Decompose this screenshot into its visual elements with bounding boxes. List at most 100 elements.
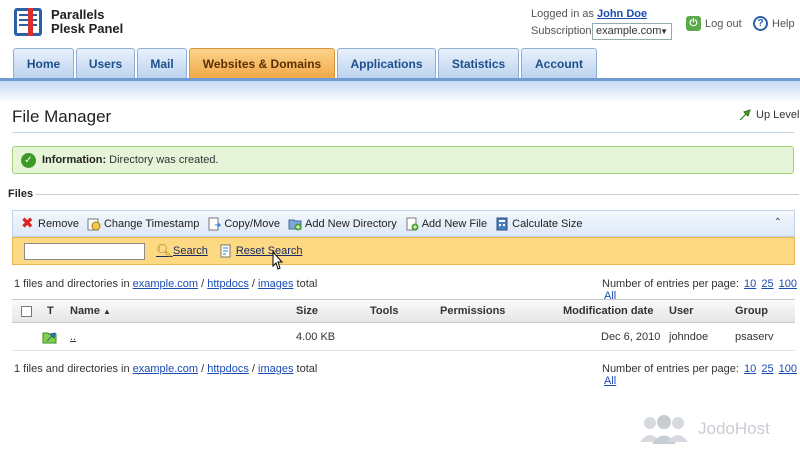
calculate-size-button[interactable]: Calculate Size [495, 217, 582, 231]
logged-in-label: Logged in as [531, 8, 594, 20]
per-page-25[interactable]: 25 [761, 363, 773, 375]
per-page-25[interactable]: 25 [761, 278, 773, 290]
path-link-httpdocs[interactable]: httpdocs [207, 363, 249, 375]
brand-line1: Parallels [51, 7, 105, 22]
col-permissions[interactable]: Permissions [440, 305, 505, 317]
tab-mail[interactable]: Mail [137, 48, 187, 78]
col-user[interactable]: User [669, 305, 693, 317]
watermark: JodoHost [638, 414, 770, 444]
search-bar: 🔍︎ Search Reset Search [12, 237, 795, 265]
folder-up-icon [42, 332, 57, 344]
per-page-100[interactable]: 100 [779, 363, 797, 375]
per-page-all[interactable]: All [604, 375, 616, 387]
path-link-example-com[interactable]: example.com [133, 363, 198, 375]
add-file-button[interactable]: Add New File [405, 217, 487, 231]
col-type: T [47, 305, 54, 317]
path-sep: / [251, 363, 255, 375]
change-timestamp-button[interactable]: Change Timestamp [87, 217, 199, 231]
remove-label: Remove [38, 217, 79, 230]
logout-button[interactable]: ⏻ Log out [686, 16, 742, 31]
watermark-text: JodoHost [698, 419, 770, 438]
per-page-10[interactable]: 10 [744, 278, 756, 290]
chevron-down-icon: ▼ [660, 27, 668, 36]
path-summary-top: 1 files and directories in example.com /… [14, 278, 317, 290]
per-page-label: Number of entries per page: [602, 363, 739, 375]
search-input[interactable] [24, 242, 145, 260]
tab-statistics[interactable]: Statistics [438, 48, 519, 78]
reset-search-button[interactable]: Reset Search [219, 244, 303, 258]
up-level-button[interactable]: Up Level [737, 108, 799, 122]
brand-name: Parallels Plesk Panel [51, 8, 123, 36]
calculator-icon [496, 217, 508, 230]
tab-statistics-label: Statistics [451, 56, 506, 71]
help-icon: ? [753, 16, 768, 31]
col-group[interactable]: Group [735, 305, 768, 317]
tab-home-label: Home [26, 56, 61, 71]
tab-home[interactable]: Home [13, 48, 74, 78]
plesk-logo-icon [14, 8, 42, 36]
main-tabs: Home Users Mail Websites & Domains Appli… [0, 48, 800, 78]
collapse-icon[interactable]: ⌃ [774, 217, 782, 228]
search-icon: 🔍︎ [156, 243, 173, 258]
header: Parallels Plesk Panel Logged in as John D… [0, 0, 800, 48]
calculate-size-label: Calculate Size [512, 217, 583, 230]
header-gradient [0, 81, 800, 103]
users-group-icon [640, 415, 688, 444]
add-directory-label: Add New Directory [305, 217, 397, 230]
check-icon: ✓ [21, 152, 36, 168]
tab-users[interactable]: Users [76, 48, 135, 78]
path-prefix: 1 files and directories in [14, 278, 130, 290]
login-info: Logged in as John Doe [531, 8, 647, 20]
per-page-10[interactable]: 10 [744, 363, 756, 375]
copy-move-label: Copy/Move [224, 217, 280, 230]
mouse-cursor-icon [272, 251, 284, 270]
add-file-icon [406, 217, 419, 230]
tab-account-label: Account [535, 56, 583, 71]
page-title: File Manager [12, 107, 112, 126]
title-divider [12, 132, 794, 133]
path-link-images[interactable]: images [258, 363, 293, 375]
add-folder-icon [288, 219, 302, 230]
row-group: psaserv [735, 331, 774, 343]
per-page-100[interactable]: 100 [779, 278, 797, 290]
logout-label: Log out [705, 17, 742, 30]
table-row: .. 4.00 KB Dec 6, 2010 johndoe psaserv [12, 324, 795, 351]
up-level-label: Up Level [756, 109, 800, 121]
path-link-images[interactable]: images [258, 278, 293, 290]
search-button[interactable]: 🔍︎ Search [156, 244, 208, 258]
path-summary-bottom: 1 files and directories in example.com /… [14, 363, 317, 375]
logout-icon: ⏻ [686, 16, 701, 31]
col-name[interactable]: Name ▲ [70, 305, 111, 317]
tab-applications[interactable]: Applications [337, 48, 436, 78]
add-file-label: Add New File [421, 217, 488, 230]
per-page-label: Number of entries per page: [602, 278, 739, 290]
tab-websites-domains[interactable]: Websites & Domains [189, 48, 335, 78]
user-name-link[interactable]: John Doe [597, 8, 647, 20]
select-all-checkbox[interactable] [21, 306, 32, 317]
help-button[interactable]: ? Help [753, 16, 795, 31]
reset-search-label: Reset Search [235, 245, 303, 257]
tab-websites-domains-label: Websites & Domains [202, 56, 322, 71]
remove-button[interactable]: ✖ Remove [21, 216, 79, 231]
col-size[interactable]: Size [296, 305, 318, 317]
parent-dir-link[interactable]: .. [70, 331, 76, 343]
tab-users-label: Users [88, 56, 123, 71]
col-tools: Tools [370, 305, 399, 317]
info-label: Information: [42, 154, 107, 166]
path-sep: / [201, 278, 205, 290]
path-sep: / [201, 363, 205, 375]
path-link-httpdocs[interactable]: httpdocs [207, 278, 249, 290]
timestamp-icon [87, 218, 101, 230]
col-modified[interactable]: Modification date [563, 305, 653, 317]
tab-account[interactable]: Account [521, 48, 597, 78]
add-directory-button[interactable]: Add New Directory [288, 217, 397, 231]
path-link-example-com[interactable]: example.com [133, 278, 198, 290]
row-size: 4.00 KB [296, 331, 336, 343]
path-prefix: 1 files and directories in [14, 363, 130, 375]
copy-move-button[interactable]: Copy/Move [207, 217, 280, 231]
copy-move-icon [208, 217, 222, 230]
subscription-label: Subscription [531, 25, 592, 37]
files-table-header: T Name ▲ Size Tools Permissions Modifica… [12, 299, 795, 323]
subscription-select[interactable]: example.com ▼ [592, 23, 672, 40]
col-name-label: Name [70, 305, 100, 317]
